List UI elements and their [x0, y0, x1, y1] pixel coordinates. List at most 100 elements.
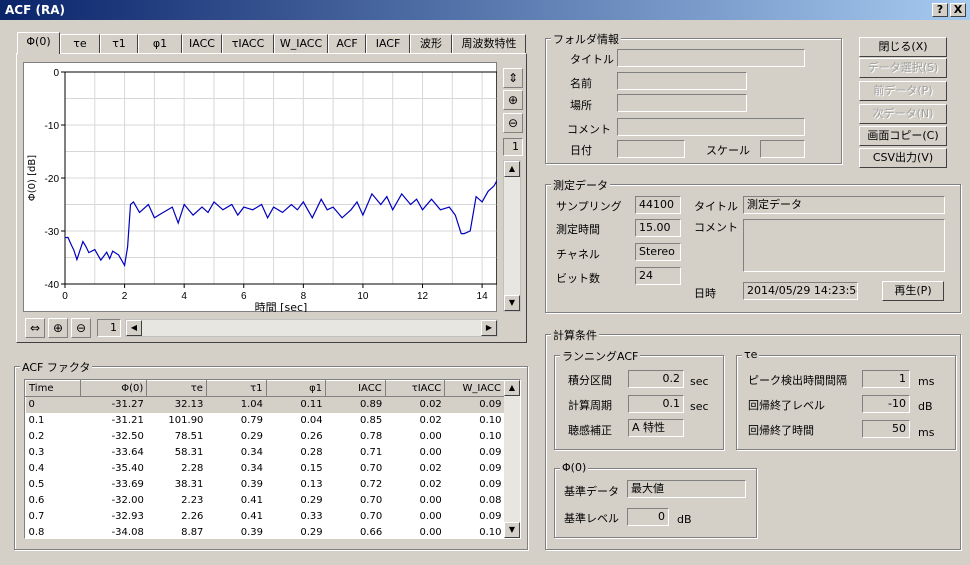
h-zoom-in-icon[interactable]: ⊕ [48, 318, 68, 338]
table-cell: 0.26 [300, 431, 323, 442]
table-cell: 0.7 [28, 511, 45, 522]
table-row[interactable]: 0.6 -32.00 2.23 0.41 0.29 0.70 0.00 0.08 [26, 493, 505, 509]
tab-iacc[interactable]: IACC [182, 34, 222, 53]
period-label: 計算周期 [568, 399, 612, 412]
tab-tau1[interactable]: τ1 [100, 34, 138, 53]
vertical-zoom-level: 1 [503, 138, 523, 156]
scroll-up-button[interactable]: ▲ [504, 161, 520, 177]
table-header-1[interactable]: Φ(0) [80, 380, 148, 397]
integ-field: 0.2 [628, 370, 684, 388]
table-cell: -31.21 [111, 415, 144, 426]
vertical-scrollbar[interactable] [503, 160, 521, 312]
scroll-left-button[interactable]: ◀ [126, 320, 142, 336]
table-cell: -35.40 [111, 463, 144, 474]
scroll-down-button[interactable]: ▼ [504, 295, 520, 311]
tab-tau-e[interactable]: τe [60, 34, 100, 53]
tab-acf[interactable]: ACF [328, 34, 366, 53]
measure-title-field: 測定データ [743, 196, 945, 214]
table-cell: 0.10 [479, 415, 502, 426]
folder-title-field [617, 49, 805, 67]
table-cell: 8.87 [181, 527, 204, 538]
calc-conditions-label: 計算条件 [551, 327, 599, 343]
ref-level-unit: dB [677, 513, 692, 526]
fit-vertical-icon[interactable]: ⇕ [503, 68, 523, 88]
play-button[interactable]: 再生(P) [882, 281, 944, 301]
horizontal-scrollbar[interactable] [125, 319, 498, 337]
table-header-7[interactable]: W_IACC [444, 380, 505, 397]
ref-data-label: 基準データ [564, 485, 619, 498]
table-row[interactable]: 0.8 -34.08 8.87 0.39 0.29 0.66 0.00 0.10 [26, 525, 505, 538]
table-cell: 0.00 [419, 447, 442, 458]
tab-phi0[interactable]: Φ(0) [17, 32, 60, 54]
help-button[interactable]: ? [932, 3, 948, 17]
x-tick-label: 6 [241, 291, 247, 302]
table-row[interactable]: 0.2 -32.50 78.51 0.29 0.26 0.78 0.00 0.10 [26, 429, 505, 445]
table-cell: 0.6 [28, 495, 45, 506]
next-data-button[interactable]: 次データ(N) [859, 104, 947, 124]
zoom-in-icon[interactable]: ⊕ [503, 90, 523, 110]
table-cell: 0.85 [359, 415, 383, 426]
table-header-2[interactable]: τe [146, 380, 207, 397]
tab-waveform[interactable]: 波形 [410, 34, 452, 53]
table-cell: 101.90 [168, 415, 204, 426]
duration-field: 15.00 [635, 219, 681, 237]
csv-export-button[interactable]: CSV出力(V) [859, 148, 947, 168]
screen-copy-button[interactable]: 画面コピー(C) [859, 126, 947, 146]
table-scroll-up[interactable]: ▲ [504, 380, 520, 396]
data-select-button[interactable]: データ選択(S) [859, 58, 947, 78]
tab-tau-iacc[interactable]: τIACC [222, 34, 274, 53]
table-cell: 0.34 [240, 463, 264, 474]
table-row[interactable]: 0.4 -35.40 2.28 0.34 0.15 0.70 0.02 0.09 [26, 461, 505, 477]
h-zoom-out-icon[interactable]: ⊖ [71, 318, 91, 338]
scroll-right-button[interactable]: ▶ [481, 320, 497, 336]
x-tick-label: 12 [417, 291, 429, 302]
table-cell: -32.93 [111, 511, 144, 522]
endlevel-label: 回帰終了レベル [748, 399, 825, 412]
folder-place-label: 場所 [570, 99, 592, 112]
table-row[interactable]: 0.1 -31.21 101.90 0.79 0.04 0.85 0.02 0.10 [26, 413, 505, 429]
table-header-3[interactable]: τ1 [205, 380, 267, 397]
table-cell: 2.23 [181, 495, 204, 506]
table-row[interactable]: 0.7 -32.93 2.26 0.41 0.33 0.70 0.00 0.09 [26, 509, 505, 525]
table-cell: -34.08 [111, 527, 144, 538]
y-axis-label: Φ(0) [dB] [27, 155, 38, 201]
table-scroll-down[interactable]: ▼ [504, 522, 520, 538]
table-scrollbar[interactable] [504, 380, 520, 538]
table-cell: 0.66 [359, 527, 383, 538]
prev-data-button[interactable]: 前データ(P) [859, 81, 947, 101]
table-row[interactable]: 0 -31.27 32.13 1.04 0.11 0.89 0.02 0.09 [25, 396, 505, 413]
table-cell: 0.5 [28, 479, 45, 490]
y-tick-label: -10 [45, 121, 60, 132]
x-tick-label: 10 [357, 291, 369, 302]
folder-scale-label: スケール [706, 144, 750, 157]
table-cell: 1.04 [206, 396, 267, 413]
table-header-5[interactable]: IACC [325, 380, 386, 397]
y-tick-label: -30 [45, 227, 60, 238]
tab-frequency[interactable]: 周波数特性 [452, 34, 526, 53]
table-cell: 0.09 [479, 447, 502, 458]
table-header-4[interactable]: φ1 [265, 380, 327, 397]
fit-horizontal-icon[interactable]: ⇔ [25, 318, 45, 338]
table-cell: 0.39 [240, 479, 264, 490]
table-row[interactable]: 0.5 -33.69 38.31 0.39 0.13 0.72 0.02 0.09 [26, 477, 505, 493]
close-window-button[interactable]: X [950, 3, 966, 17]
folder-name-label: 名前 [570, 77, 592, 90]
acf-factor-table-container: Time Φ(0) τe τ1 φ1 IACC τIACC W_IACC 0 -31.27 32.… [24, 379, 521, 539]
tab-w-iacc[interactable]: W_IACC [274, 34, 328, 53]
folder-date-label: 日付 [570, 144, 592, 157]
period-unit: sec [690, 400, 709, 413]
table-row[interactable]: 0.3 -33.64 58.31 0.34 0.28 0.71 0.00 0.09 [26, 445, 505, 461]
zoom-out-icon[interactable]: ⊖ [503, 113, 523, 133]
ref-data-field: 最大値 [627, 480, 746, 498]
phi0-settings-group [554, 468, 757, 538]
endtime-label: 回帰終了時間 [748, 424, 814, 437]
tab-phi1[interactable]: φ1 [138, 34, 182, 53]
integ-unit: sec [690, 375, 709, 388]
table-header-6[interactable]: τIACC [384, 380, 446, 397]
tab-iacf[interactable]: IACF [366, 34, 410, 53]
table-cell: 0.00 [419, 511, 442, 522]
table-header-0[interactable]: Time [25, 380, 82, 397]
table-cell: 0.41 [240, 495, 264, 506]
close-button[interactable]: 閉じる(X) [859, 37, 947, 57]
folder-name-field [617, 72, 747, 90]
